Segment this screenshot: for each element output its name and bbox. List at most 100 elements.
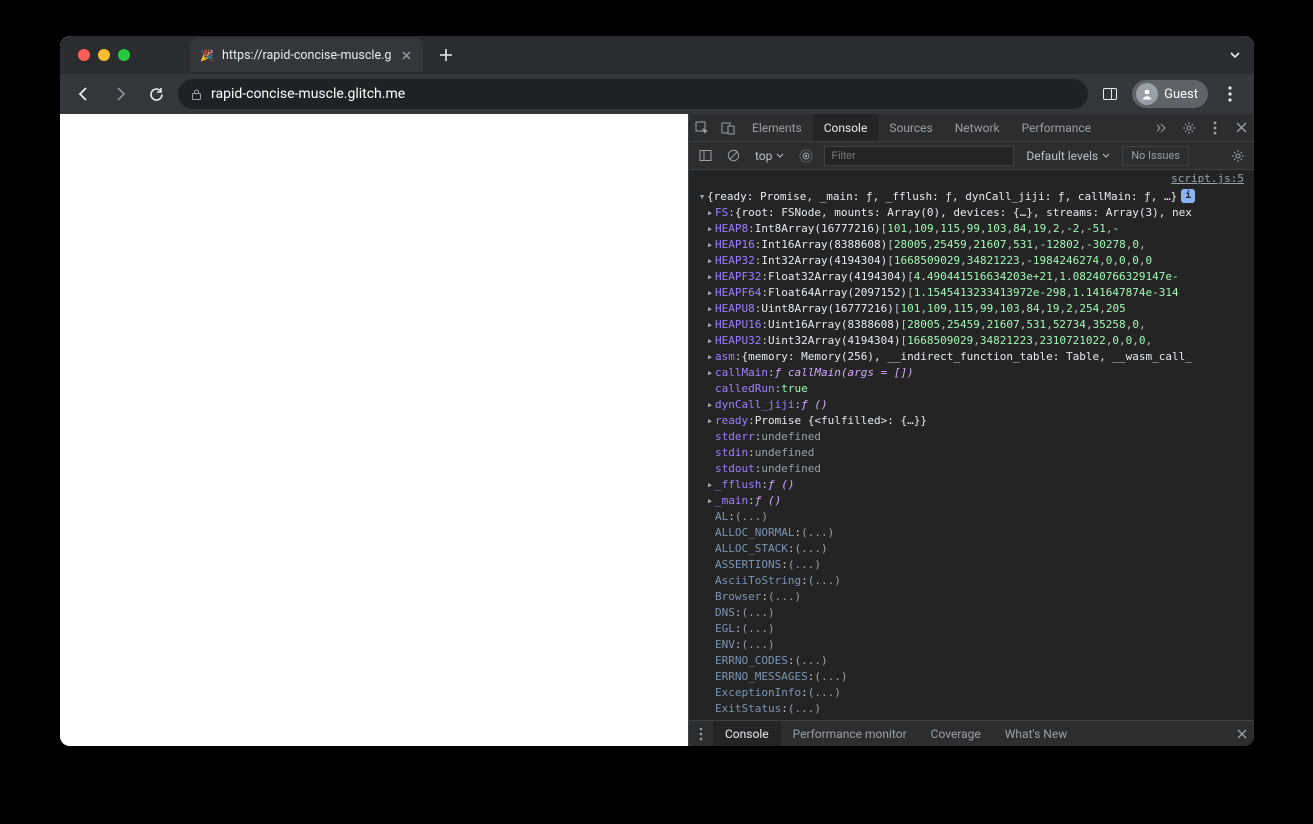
console-property-row[interactable]: _main: ƒ () bbox=[697, 493, 1254, 509]
log-levels-selector[interactable]: Default levels bbox=[1022, 149, 1114, 163]
property-key: ExitStatus bbox=[715, 701, 781, 717]
console-toolbar: top Default levels No Issues bbox=[689, 142, 1254, 170]
expand-toggle[interactable] bbox=[705, 317, 715, 333]
page-viewport[interactable] bbox=[60, 114, 688, 746]
console-output[interactable]: {ready: Promise, _main: ƒ, _fflush: ƒ, d… bbox=[689, 187, 1254, 720]
expand-toggle[interactable] bbox=[697, 189, 707, 205]
property-key: ERRNO_MESSAGES bbox=[715, 669, 808, 685]
drawer-tab-performance-monitor[interactable]: Performance monitor bbox=[781, 721, 919, 746]
issues-button[interactable]: No Issues bbox=[1122, 146, 1189, 166]
console-property-row[interactable]: stdout: undefined bbox=[697, 461, 1254, 477]
console-property-row[interactable]: _fflush: ƒ () bbox=[697, 477, 1254, 493]
expand-toggle[interactable] bbox=[705, 301, 715, 317]
drawer-tab-what-s-new[interactable]: What's New bbox=[993, 721, 1079, 746]
console-property-row[interactable]: HEAP32: Int32Array(4194304) [1668509029,… bbox=[697, 253, 1254, 269]
minimize-window-button[interactable] bbox=[98, 49, 110, 61]
expand-toggle[interactable] bbox=[705, 253, 715, 269]
drawer-menu-button[interactable] bbox=[689, 721, 713, 746]
console-property-row[interactable]: stderr: undefined bbox=[697, 429, 1254, 445]
expand-toggle[interactable] bbox=[705, 221, 715, 237]
devtools-tab-network[interactable]: Network bbox=[944, 114, 1011, 141]
expand-toggle[interactable] bbox=[705, 205, 715, 221]
devtools-tab-elements[interactable]: Elements bbox=[741, 114, 813, 141]
console-settings-button[interactable] bbox=[1228, 142, 1248, 169]
console-property-row[interactable]: HEAP8: Int8Array(16777216) [101, 109, 11… bbox=[697, 221, 1254, 237]
console-property-row[interactable]: HEAPU32: Uint32Array(4194304) [166850902… bbox=[697, 333, 1254, 349]
reload-button[interactable] bbox=[142, 80, 170, 108]
console-property-row[interactable]: AL: (...) bbox=[697, 509, 1254, 525]
property-key: HEAPF64 bbox=[715, 285, 761, 301]
console-property-row[interactable]: ERRNO_MESSAGES: (...) bbox=[697, 669, 1254, 685]
console-property-row[interactable]: dynCall_jiji: ƒ () bbox=[697, 397, 1254, 413]
devtools-tab-sources[interactable]: Sources bbox=[878, 114, 943, 141]
tabs-overflow-button[interactable] bbox=[1228, 48, 1242, 62]
console-property-row[interactable]: ENV: (...) bbox=[697, 637, 1254, 653]
expand-toggle[interactable] bbox=[705, 269, 715, 285]
url-input[interactable]: rapid-concise-muscle.glitch.me bbox=[178, 79, 1088, 109]
inspect-element-button[interactable] bbox=[689, 114, 715, 141]
console-property-row[interactable]: asm: {memory: Memory(256), __indirect_fu… bbox=[697, 349, 1254, 365]
back-button[interactable] bbox=[70, 80, 98, 108]
expand-toggle[interactable] bbox=[705, 397, 715, 413]
devtools-settings-button[interactable] bbox=[1176, 114, 1202, 141]
devtools-menu-button[interactable] bbox=[1202, 114, 1228, 141]
console-property-row[interactable]: calledRun: true bbox=[697, 381, 1254, 397]
new-tab-button[interactable] bbox=[433, 42, 459, 68]
clear-console-button[interactable] bbox=[723, 142, 743, 169]
console-property-row[interactable]: ExitStatus: (...) bbox=[697, 701, 1254, 717]
console-sidebar-toggle[interactable] bbox=[695, 142, 715, 169]
console-property-row[interactable]: FS: {root: FSNode, mounts: Array(0), dev… bbox=[697, 205, 1254, 221]
expand-toggle[interactable] bbox=[705, 333, 715, 349]
drawer-close-button[interactable] bbox=[1230, 721, 1254, 746]
maximize-window-button[interactable] bbox=[118, 49, 130, 61]
devtools-panel: ElementsConsoleSourcesNetworkPerformance bbox=[688, 114, 1254, 746]
source-link[interactable]: script.js:5 bbox=[689, 170, 1254, 187]
console-property-row[interactable]: ERRNO_CODES: (...) bbox=[697, 653, 1254, 669]
expand-toggle[interactable] bbox=[705, 285, 715, 301]
context-selector[interactable]: top bbox=[751, 149, 788, 163]
browser-tab[interactable]: 🎉 https://rapid-concise-muscle.g bbox=[190, 38, 423, 72]
forward-button[interactable] bbox=[106, 80, 134, 108]
console-property-row[interactable]: HEAP16: Int16Array(8388608) [28005, 2545… bbox=[697, 237, 1254, 253]
console-property-row[interactable]: ASSERTIONS: (...) bbox=[697, 557, 1254, 573]
expand-toggle[interactable] bbox=[705, 349, 715, 365]
devtools-more-tabs-button[interactable] bbox=[1150, 114, 1176, 141]
console-property-row[interactable]: AsciiToString: (...) bbox=[697, 573, 1254, 589]
console-property-row[interactable]: Browser: (...) bbox=[697, 589, 1254, 605]
devtools-close-button[interactable] bbox=[1228, 114, 1254, 141]
profile-button[interactable]: Guest bbox=[1132, 80, 1208, 108]
drawer-tab-console[interactable]: Console bbox=[713, 721, 781, 746]
console-property-row[interactable]: stdin: undefined bbox=[697, 445, 1254, 461]
expand-toggle[interactable] bbox=[705, 477, 715, 493]
console-property-row[interactable]: HEAPF32: Float32Array(4194304) [4.490441… bbox=[697, 269, 1254, 285]
devtools-tab-performance[interactable]: Performance bbox=[1011, 114, 1102, 141]
side-panel-button[interactable] bbox=[1096, 80, 1124, 108]
property-key: asm bbox=[715, 349, 735, 365]
expand-toggle[interactable] bbox=[705, 237, 715, 253]
expand-toggle[interactable] bbox=[705, 493, 715, 509]
device-toolbar-button[interactable] bbox=[715, 114, 741, 141]
console-property-row[interactable]: HEAPF64: Float64Array(2097152) [1.154541… bbox=[697, 285, 1254, 301]
console-property-row[interactable]: ready: Promise {<fulfilled>: {…}} bbox=[697, 413, 1254, 429]
console-property-row[interactable]: ExceptionInfo: (...) bbox=[697, 685, 1254, 701]
browser-menu-button[interactable] bbox=[1216, 80, 1244, 108]
console-property-row[interactable]: ALLOC_NORMAL: (...) bbox=[697, 525, 1254, 541]
console-property-row[interactable]: callMain: ƒ callMain(args = []) bbox=[697, 365, 1254, 381]
close-tab-button[interactable] bbox=[399, 48, 413, 62]
console-filter-input[interactable] bbox=[824, 146, 1014, 166]
devtools-tab-console[interactable]: Console bbox=[813, 114, 879, 141]
console-property-row[interactable]: HEAPU16: Uint16Array(8388608) [28005, 25… bbox=[697, 317, 1254, 333]
expand-toggle[interactable] bbox=[705, 413, 715, 429]
live-expression-button[interactable] bbox=[796, 142, 816, 169]
drawer-tab-coverage[interactable]: Coverage bbox=[919, 721, 993, 746]
console-object-summary[interactable]: {ready: Promise, _main: ƒ, _fflush: ƒ, d… bbox=[697, 189, 1254, 205]
info-icon[interactable]: i bbox=[1181, 189, 1195, 203]
close-window-button[interactable] bbox=[78, 49, 90, 61]
expand-toggle[interactable] bbox=[705, 365, 715, 381]
console-property-row[interactable]: ALLOC_STACK: (...) bbox=[697, 541, 1254, 557]
console-property-row[interactable]: DNS: (...) bbox=[697, 605, 1254, 621]
property-key: stdout bbox=[715, 461, 755, 477]
console-property-row[interactable]: EGL: (...) bbox=[697, 621, 1254, 637]
console-property-row[interactable]: HEAPU8: Uint8Array(16777216) [101, 109, … bbox=[697, 301, 1254, 317]
favicon: 🎉 bbox=[200, 48, 214, 62]
